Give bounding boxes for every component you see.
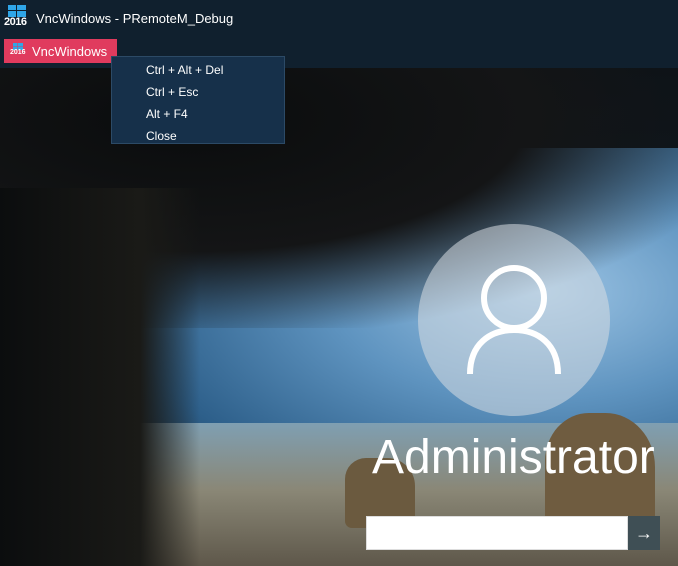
user-silhouette-icon [467,265,561,375]
submit-button[interactable]: → [628,516,660,550]
windows-logo-icon: 2016 [4,5,30,31]
window-title: VncWindows - PRemoteM_Debug [36,10,234,26]
icon-year-label: 2016 [10,49,26,56]
background-cave-wall [0,188,200,566]
arrow-right-icon: → [635,522,653,543]
username-label: Administrator [372,431,655,484]
vncwindows-dropdown-menu: Ctrl + Alt + Del Ctrl + Esc Alt + F4 Clo… [111,56,285,144]
menu-item-close[interactable]: Close [112,125,284,147]
title-bar: 2016 VncWindows - PRemoteM_Debug [0,0,678,36]
menu-bar: 2016 VncWindows [0,36,678,68]
menu-item-ctrl-esc[interactable]: Ctrl + Esc [112,81,284,103]
remote-desktop-view[interactable]: Administrator → [0,68,678,566]
icon-year-label: 2016 [4,16,27,28]
password-input[interactable] [366,516,628,550]
user-avatar [418,224,610,416]
menu-item-alt-f4[interactable]: Alt + F4 [112,103,284,125]
menu-button-label: VncWindows [32,43,108,59]
menu-item-ctrl-alt-del[interactable]: Ctrl + Alt + Del [112,59,284,81]
vncwindows-menu-button[interactable]: 2016 VncWindows [4,39,118,63]
windows-logo-icon: 2016 [10,43,26,59]
